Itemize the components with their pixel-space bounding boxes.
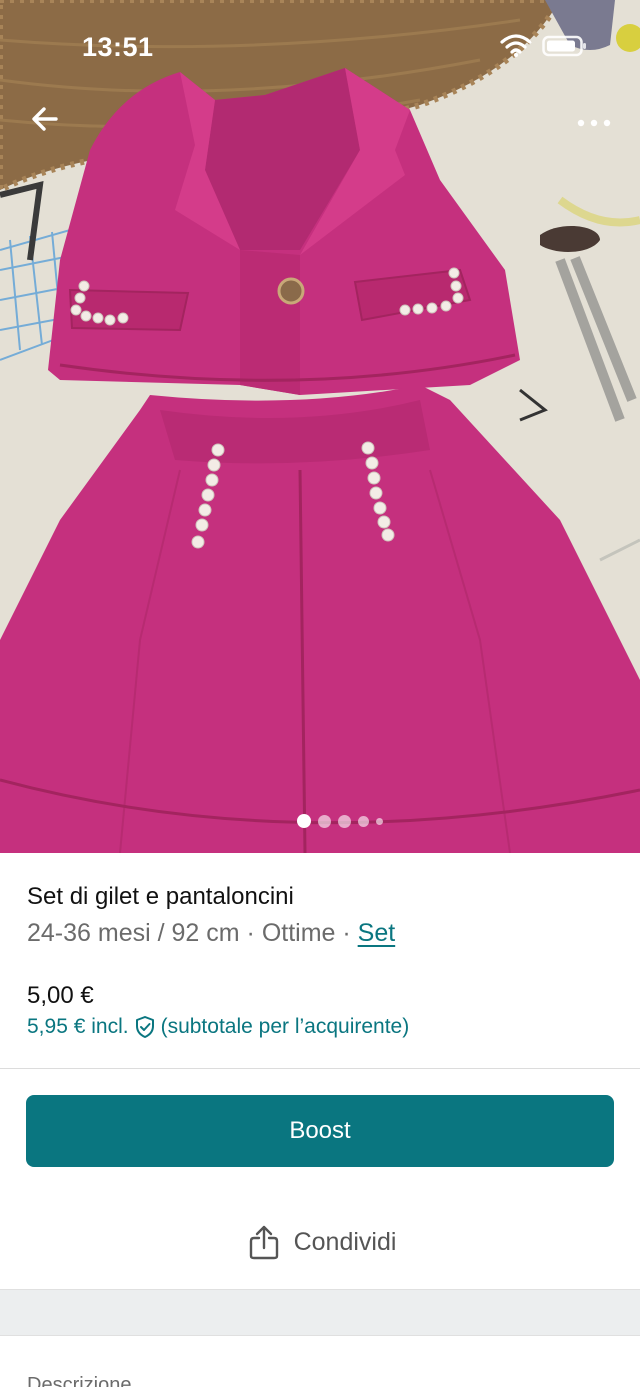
back-button[interactable]	[22, 96, 68, 142]
description-section-label: Descrizione	[27, 1374, 132, 1387]
arrow-left-icon	[32, 107, 58, 131]
meta-separator: ·	[335, 919, 358, 947]
item-price: 5,00 €	[27, 982, 94, 1009]
item-title: Set di gilet e pantaloncini	[27, 883, 294, 910]
carousel-dot[interactable]	[318, 814, 331, 828]
status-time: 13:51	[82, 32, 154, 62]
price-incl: 5,95 € incl.	[27, 1015, 129, 1038]
battery-icon	[542, 35, 586, 57]
more-options-button[interactable]	[568, 100, 620, 146]
item-attributes: 24-36 mesi / 92 cm · Ottime · Set	[27, 919, 395, 948]
item-category-link[interactable]: Set	[358, 919, 396, 947]
carousel-indicator[interactable]	[20, 812, 640, 830]
share-label: Condividi	[293, 1227, 397, 1256]
share-button[interactable]: Condividi	[2, 1213, 640, 1271]
carousel-dot[interactable]	[297, 814, 311, 828]
carousel-dot[interactable]	[358, 815, 369, 827]
boost-button[interactable]: Boost	[26, 1095, 614, 1167]
meta-separator: ·	[239, 919, 262, 947]
divider	[0, 1068, 640, 1069]
share-icon	[249, 1225, 278, 1260]
carousel-dot[interactable]	[376, 817, 383, 825]
carousel-dot[interactable]	[338, 814, 351, 828]
section-separator	[0, 1289, 640, 1336]
buyer-subtotal[interactable]: 5,95 € incl. (subtotale per l’acquirente…	[27, 1015, 409, 1039]
item-size: 24-36 mesi / 92 cm	[27, 919, 240, 947]
item-detail-screen: 13:51 Set di gilet e pantaloncini 24-36 …	[0, 0, 640, 1387]
wifi-icon	[500, 34, 532, 57]
item-condition: Ottime	[261, 919, 336, 947]
item-photo-carousel[interactable]: 13:51	[0, 0, 640, 853]
item-photo	[0, 0, 640, 853]
more-horizontal-icon	[577, 119, 611, 127]
status-bar: 13:51	[0, 0, 640, 96]
shield-check-icon	[135, 1016, 154, 1038]
price-incl-note: (subtotale per l’acquirente)	[160, 1015, 410, 1038]
